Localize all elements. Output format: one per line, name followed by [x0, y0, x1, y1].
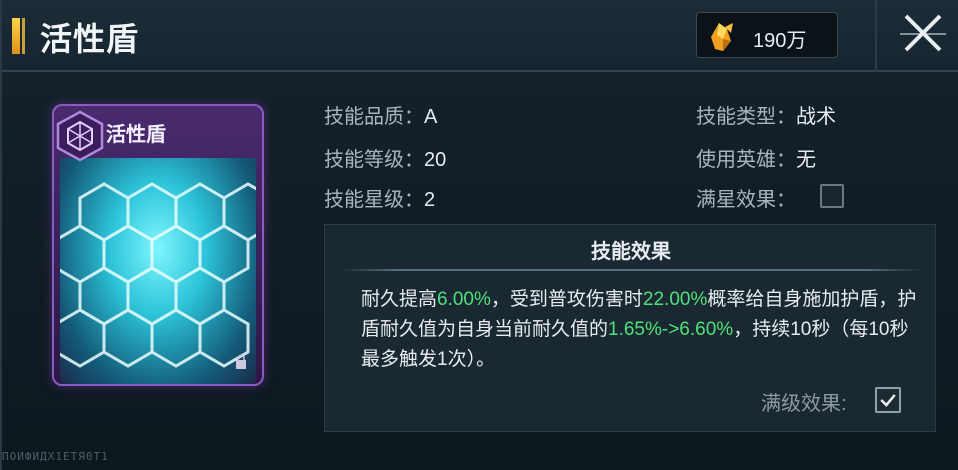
- skill-effect-box: 技能效果 耐久提高6.00%，受到普攻伤害时22.00%概率给自身施加护盾，护盾…: [324, 224, 936, 432]
- info-full-star: 满星效果：: [696, 183, 796, 212]
- info-label: 技能等级：: [324, 149, 424, 171]
- hexagon-emblem-icon: [56, 110, 104, 162]
- info-quality: 技能品质：A: [324, 100, 437, 129]
- info-value: 20: [424, 149, 447, 171]
- info-value: 无: [796, 149, 816, 171]
- info-star: 技能星级：2: [324, 183, 435, 212]
- skill-card-art: [60, 158, 256, 384]
- skill-card-name: 活性盾: [106, 122, 166, 146]
- info-hero: 使用英雄：无: [696, 143, 816, 172]
- effect-text-part: 耐久提高: [361, 289, 438, 310]
- footer-code: ПОИФИДХ1ЕТЯ0Т1: [2, 450, 109, 463]
- effect-highlight: 22.00%: [642, 289, 708, 310]
- hexagon-shield-art: [60, 182, 256, 368]
- info-value: 2: [424, 189, 436, 211]
- currency-value: 190万: [753, 30, 807, 52]
- effect-highlight: 1.65%->6.60%: [608, 319, 734, 340]
- close-button[interactable]: [892, 6, 952, 62]
- info-value: A: [424, 106, 438, 128]
- max-level-label: 满级效果:: [761, 393, 847, 415]
- info-level: 技能等级：20: [324, 143, 446, 172]
- effect-divider: [339, 269, 923, 271]
- effect-highlight: 6.00%: [437, 289, 491, 310]
- lock-icon: [236, 354, 246, 369]
- info-label: 使用英雄：: [696, 149, 796, 171]
- effect-title: 技能效果: [591, 241, 671, 263]
- effect-text-part: ，受到普攻伤害时: [490, 289, 643, 310]
- info-value: 战术: [796, 106, 836, 128]
- info-label: 技能品质：: [324, 106, 424, 128]
- header-divider: [875, 0, 877, 72]
- page-title: 活性盾: [40, 20, 140, 58]
- info-label: 满星效果：: [696, 189, 796, 211]
- skill-detail-panel: 活性盾 190万 活性盾 ПОИФИДХ1ЕТЯ0Т1 技能品质：A 技能等级：…: [0, 0, 958, 470]
- title-accent-bar: [12, 18, 25, 54]
- skill-card: 活性盾: [52, 104, 264, 386]
- check-icon: [880, 394, 896, 407]
- info-label: 技能星级：: [324, 189, 424, 211]
- close-icon: [900, 14, 946, 52]
- info-label: 技能类型：: [696, 106, 796, 128]
- max-level-checkbox[interactable]: [875, 387, 901, 413]
- gold-crystal-icon: [711, 23, 733, 51]
- currency-display: 190万: [696, 12, 838, 58]
- header-bar: 活性盾 190万: [2, 0, 958, 72]
- effect-description: 耐久提高6.00%，受到普攻伤害时22.00%概率给自身施加护盾，护盾耐久值为自…: [361, 285, 921, 375]
- full-star-checkbox[interactable]: [820, 184, 844, 208]
- info-type: 技能类型：战术: [696, 100, 836, 129]
